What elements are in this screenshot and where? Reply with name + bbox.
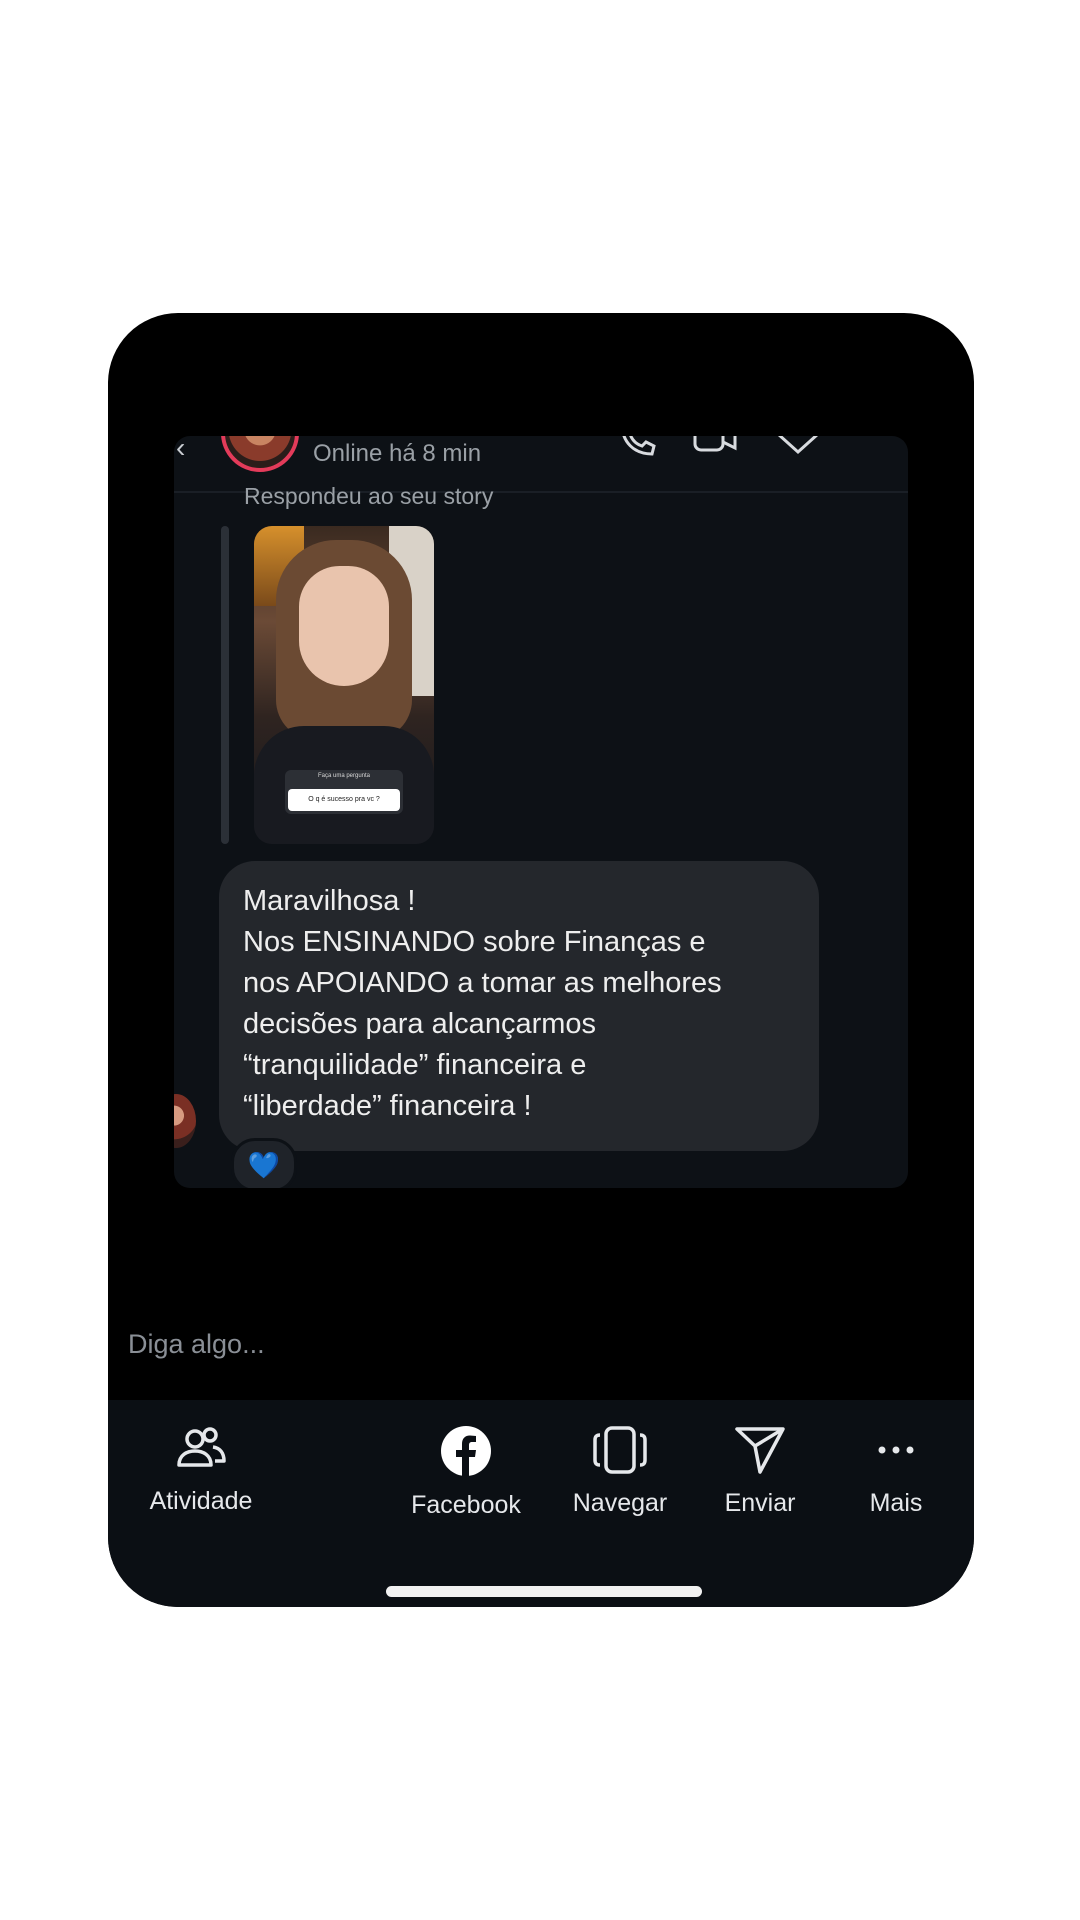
activity-button[interactable]: Atividade <box>131 1425 271 1516</box>
send-icon <box>735 1427 785 1474</box>
question-sticker-title: Faça uma pergunta <box>317 773 371 779</box>
home-indicator[interactable] <box>386 1586 702 1597</box>
message-bubble: Maravilhosa ! Nos ENSINANDO sobre Finanç… <box>219 861 819 1151</box>
send-label: Enviar <box>724 1489 796 1517</box>
flag-icon <box>777 436 819 455</box>
replied-to-story-label: Respondeu ao seu story <box>244 483 494 509</box>
message-title: Maravilhosa ! <box>243 885 416 917</box>
shared-dm-screenshot: ‹ Online há 8 min Respondeu ao seu story <box>174 436 908 1188</box>
reply-input[interactable]: Diga algo... <box>128 1329 265 1360</box>
message-body: Nos ENSINANDO sobre Finanças e nos APOIA… <box>243 926 722 1122</box>
more-icon <box>878 1446 914 1454</box>
send-button[interactable]: Enviar <box>690 1425 830 1518</box>
question-sticker-text: O q é sucesso pra vc ? <box>288 789 400 811</box>
avatar <box>221 436 299 472</box>
online-status: Online há 8 min <box>313 440 482 467</box>
quote-bar <box>221 526 229 844</box>
story-thumbnail: Faça uma pergunta O q é sucesso pra vc ? <box>254 526 434 844</box>
back-arrow-icon: ‹ <box>176 436 186 463</box>
facebook-label: Facebook <box>411 1491 521 1519</box>
question-sticker: Faça uma pergunta O q é sucesso pra vc ? <box>285 770 403 814</box>
video-call-icon <box>693 436 737 452</box>
more-label: Mais <box>869 1489 923 1517</box>
browse-button[interactable]: Navegar <box>550 1425 690 1518</box>
more-button[interactable]: Mais <box>826 1425 966 1518</box>
facebook-icon <box>441 1426 491 1476</box>
people-icon <box>177 1427 226 1467</box>
sender-avatar <box>174 1094 196 1148</box>
browse-label: Navegar <box>572 1489 668 1517</box>
story-viewer: ‹ Online há 8 min Respondeu ao seu story <box>108 313 974 1607</box>
phone-call-icon <box>622 436 656 456</box>
activity-label: Atividade <box>149 1487 253 1515</box>
facebook-button[interactable]: Facebook <box>396 1425 536 1520</box>
browse-icon <box>593 1426 647 1474</box>
heart-reaction: 💙 <box>231 1138 297 1188</box>
